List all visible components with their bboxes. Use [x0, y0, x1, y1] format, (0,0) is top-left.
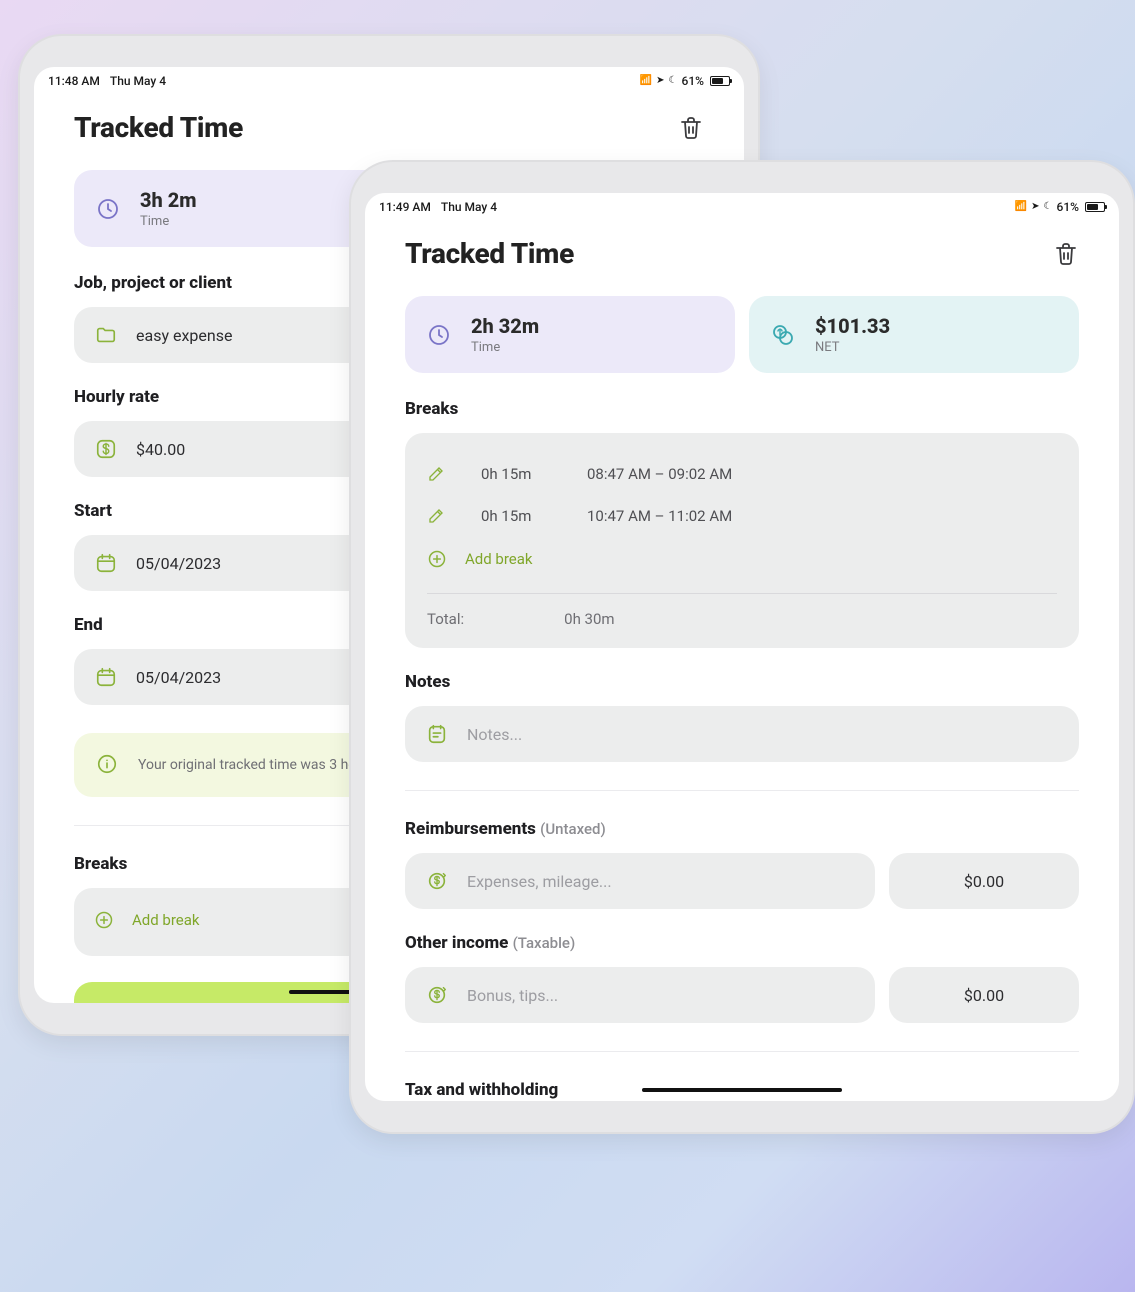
calendar-icon — [94, 551, 118, 575]
dollar-icon — [94, 437, 118, 461]
summary-time-value: 2h 32m — [471, 314, 539, 338]
folder-icon — [94, 323, 118, 347]
reimbursements-placeholder: Expenses, mileage... — [467, 872, 612, 891]
break-duration: 0h 15m — [481, 507, 551, 525]
reimbursements-amount[interactable]: $0.00 — [889, 853, 1079, 909]
summary-time-sub: Time — [471, 340, 539, 355]
notes-field[interactable]: Notes... — [405, 706, 1079, 762]
home-indicator[interactable] — [642, 1088, 842, 1092]
summary-net-card[interactable]: $101.33 NET — [749, 296, 1079, 373]
plus-circle-icon — [94, 910, 114, 930]
screen-front: 11:49 AM Thu May 4 📶 ➤ ☾ 61% Tracked Tim… — [365, 193, 1119, 1101]
plus-circle-icon — [427, 549, 447, 569]
clock-icon — [94, 195, 122, 223]
do-not-disturb-icon: ☾ — [669, 76, 678, 86]
total-label: Total: — [427, 610, 464, 628]
break-range: 08:47 AM – 09:02 AM — [587, 465, 1057, 483]
other-income-label: Other income (Taxable) — [405, 933, 1079, 953]
coins-icon — [769, 321, 797, 349]
break-range: 10:47 AM – 11:02 AM — [587, 507, 1057, 525]
status-time: 11:48 AM — [48, 74, 100, 88]
reimbursements-field[interactable]: Expenses, mileage... — [405, 853, 875, 909]
calendar-icon — [94, 665, 118, 689]
rate-value: $40.00 — [136, 440, 185, 459]
total-value: 0h 30m — [564, 610, 614, 628]
add-break-label: Add break — [465, 550, 533, 568]
edit-icon[interactable] — [427, 465, 445, 483]
battery-icon — [710, 76, 730, 86]
summary-net-sub: NET — [815, 340, 890, 355]
wifi-icon: 📶 — [640, 76, 652, 86]
notes-icon — [425, 722, 449, 746]
summary-time-sub: Time — [140, 214, 197, 229]
breaks-box: 0h 15m 08:47 AM – 09:02 AM 0h 15m 10:47 … — [405, 433, 1079, 648]
breaks-label: Breaks — [405, 399, 1079, 419]
tablet-front: 11:49 AM Thu May 4 📶 ➤ ☾ 61% Tracked Tim… — [349, 160, 1135, 1134]
page-title: Tracked Time — [74, 111, 243, 144]
status-date: Thu May 4 — [110, 74, 166, 88]
notes-placeholder: Notes... — [467, 725, 522, 744]
add-break-label: Add break — [132, 911, 200, 929]
reimbursements-label: Reimbursements (Untaxed) — [405, 819, 1079, 839]
status-bar: 11:48 AM Thu May 4 📶 ➤ ☾ 61% — [34, 67, 744, 91]
do-not-disturb-icon: ☾ — [1044, 202, 1053, 212]
delete-button[interactable] — [678, 115, 704, 141]
status-battery-pct: 61% — [1057, 200, 1079, 214]
status-time: 11:49 AM — [379, 200, 431, 214]
end-value: 05/04/2023 — [136, 668, 221, 687]
info-icon — [96, 753, 120, 777]
trash-icon — [1055, 242, 1077, 266]
add-break-link[interactable]: Add break — [427, 537, 1057, 573]
other-income-placeholder: Bonus, tips... — [467, 986, 558, 1005]
battery-icon — [1085, 202, 1105, 212]
location-icon: ➤ — [1031, 202, 1039, 212]
status-date: Thu May 4 — [441, 200, 497, 214]
summary-time-card[interactable]: 2h 32m Time — [405, 296, 735, 373]
summary-time-value: 3h 2m — [140, 188, 197, 212]
money-in-icon — [425, 983, 449, 1007]
clock-icon — [425, 321, 453, 349]
notes-label: Notes — [405, 672, 1079, 692]
other-income-amount[interactable]: $0.00 — [889, 967, 1079, 1023]
status-bar: 11:49 AM Thu May 4 📶 ➤ ☾ 61% — [365, 193, 1119, 217]
wifi-icon: 📶 — [1015, 202, 1027, 212]
breaks-total: Total: 0h 30m — [427, 606, 1057, 628]
break-row[interactable]: 0h 15m 08:47 AM – 09:02 AM — [427, 453, 1057, 495]
location-icon: ➤ — [656, 76, 664, 86]
break-duration: 0h 15m — [481, 465, 551, 483]
trash-icon — [680, 116, 702, 140]
job-value: easy expense — [136, 326, 232, 345]
summary-net-value: $101.33 — [815, 314, 890, 338]
other-income-field[interactable]: Bonus, tips... — [405, 967, 875, 1023]
start-value: 05/04/2023 — [136, 554, 221, 573]
status-battery-pct: 61% — [682, 74, 704, 88]
money-back-icon — [425, 869, 449, 893]
break-row[interactable]: 0h 15m 10:47 AM – 11:02 AM — [427, 495, 1057, 537]
delete-button[interactable] — [1053, 241, 1079, 267]
page-title: Tracked Time — [405, 237, 574, 270]
edit-icon[interactable] — [427, 507, 445, 525]
